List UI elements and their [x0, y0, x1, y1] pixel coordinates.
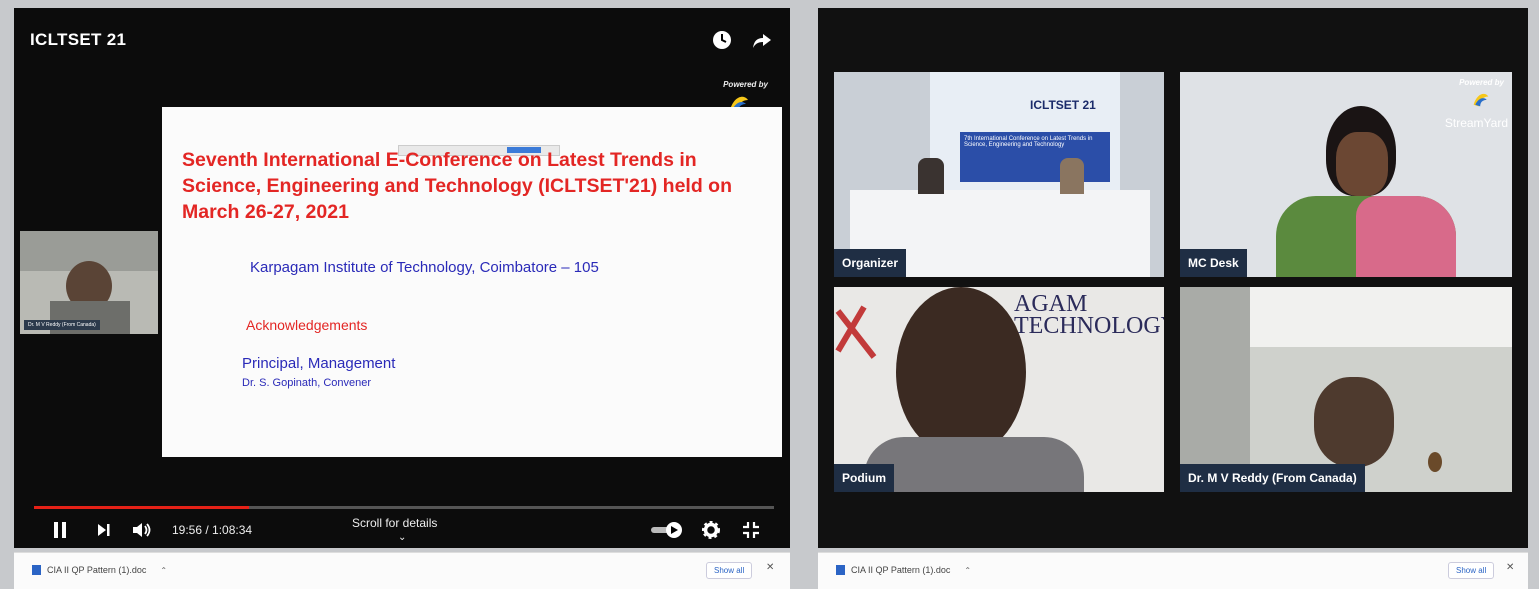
wall-logo-text: AGAM TECHNOLOGY: [1014, 291, 1164, 339]
speaker-thumbnail: Dr. M V Reddy (From Canada): [20, 231, 158, 334]
download-item[interactable]: CIA II QP Pattern (1).doc ⌃: [32, 565, 167, 575]
banner-title: ICLTSET 21: [1030, 98, 1096, 112]
download-bar: CIA II QP Pattern (1).doc ⌃ Show all ✕: [14, 552, 790, 589]
chevron-down-icon[interactable]: ⌄: [398, 532, 406, 543]
download-filename: CIA II QP Pattern (1).doc: [851, 565, 951, 575]
video-player[interactable]: ICLTSET 21 Powered by Seventh Internatio…: [14, 8, 790, 548]
gear-icon[interactable]: [702, 521, 720, 539]
seek-bar[interactable]: [34, 506, 774, 509]
slide-institute: Karpagam Institute of Technology, Coimba…: [250, 259, 599, 276]
download-filename: CIA II QP Pattern (1).doc: [47, 565, 147, 575]
host-face: [1336, 132, 1388, 196]
chevron-up-icon[interactable]: ⌃: [160, 566, 167, 575]
tile-label-podium: Podium: [834, 464, 894, 492]
close-icon[interactable]: ✕: [1506, 562, 1514, 573]
conference-banner: ICLTSET 21 7th International Conference …: [930, 72, 1120, 197]
show-all-button[interactable]: Show all: [1448, 562, 1495, 579]
autoplay-toggle-icon[interactable]: [650, 521, 684, 539]
document-icon: [32, 565, 41, 575]
slide-principal: Principal, Management: [242, 355, 396, 372]
streamyard-label: StreamYard: [1444, 116, 1508, 130]
institute-logo-icon: [835, 305, 877, 359]
download-item[interactable]: CIA II QP Pattern (1).doc ⌃: [836, 565, 971, 575]
seek-bar-progress: [34, 506, 249, 509]
slide-acknowledgements: Acknowledgements: [246, 317, 368, 333]
chevron-up-icon[interactable]: ⌃: [964, 566, 971, 575]
video-title: ICLTSET 21: [30, 30, 127, 49]
volume-icon[interactable]: [132, 521, 154, 539]
close-icon[interactable]: ✕: [766, 562, 774, 573]
powered-by-label: Powered by: [723, 80, 768, 89]
tile-organizer: ICLTSET 21 7th International Conference …: [834, 72, 1164, 277]
share-icon[interactable]: [752, 30, 772, 50]
streamyard-broadcast: ICLTSET 21 7th International Conference …: [818, 8, 1528, 548]
banner-subtitle: 7th International Conference on Latest T…: [960, 132, 1110, 182]
streamyard-logo-icon: [1473, 93, 1489, 107]
show-all-button[interactable]: Show all: [706, 562, 753, 579]
download-bar: CIA II QP Pattern (1).doc ⌃ Show all ✕: [818, 552, 1528, 589]
powered-by-label: Powered by: [1459, 78, 1504, 87]
tile-dr-reddy: Dr. M V Reddy (From Canada): [1180, 287, 1512, 492]
tile-label-mc-desk: MC Desk: [1180, 249, 1247, 277]
presentation-slide: Seventh International E-Conference on La…: [162, 107, 782, 457]
speaker-face: [896, 287, 1026, 457]
watch-later-icon[interactable]: [712, 30, 732, 50]
scroll-for-details[interactable]: Scroll for details: [352, 516, 437, 530]
speaker-face: [1314, 377, 1394, 467]
next-icon[interactable]: [96, 521, 112, 539]
tile-mc-desk: Powered by StreamYard MC Desk: [1180, 72, 1512, 277]
slide-title: Seventh International E-Conference on La…: [182, 149, 732, 223]
thumbnail-label: Dr. M V Reddy (From Canada): [24, 320, 100, 330]
exit-fullscreen-icon[interactable]: [742, 521, 760, 539]
tile-label-organizer: Organizer: [834, 249, 907, 277]
tile-label-dr-reddy: Dr. M V Reddy (From Canada): [1180, 464, 1365, 492]
time-display: 19:56 / 1:08:34: [172, 523, 253, 537]
document-icon: [836, 565, 845, 575]
pause-icon[interactable]: [52, 521, 68, 539]
tile-podium: AGAM TECHNOLOGY Podium: [834, 287, 1164, 492]
slide-convener: Dr. S. Gopinath, Convener: [242, 377, 372, 389]
